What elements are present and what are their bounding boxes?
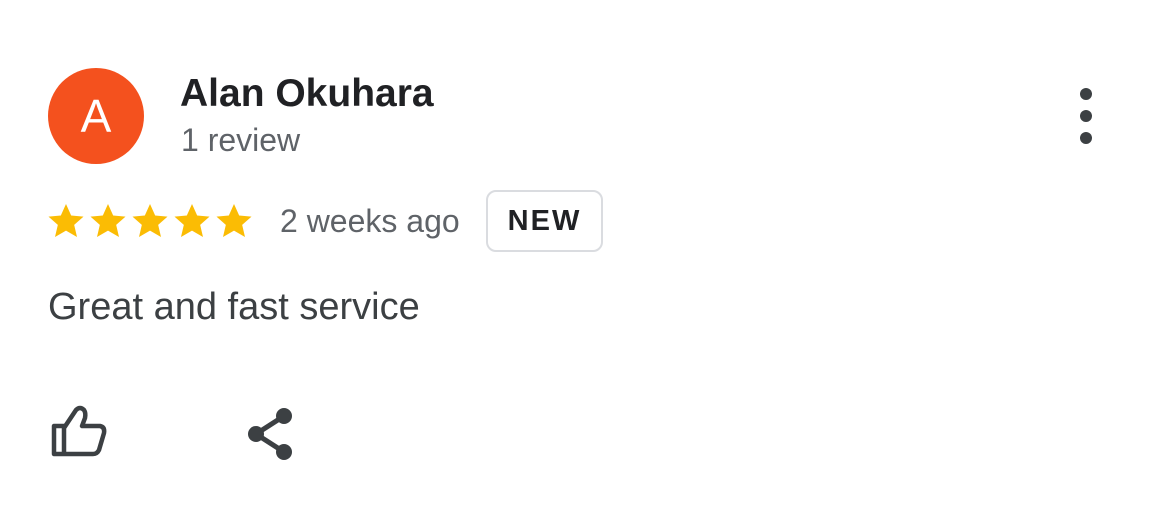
star-icon	[48, 204, 84, 237]
review-card: A Alan Okuhara 1 review 2 weeks ago NEW …	[0, 0, 1170, 519]
star-icon	[174, 204, 210, 237]
review-date: 2 weeks ago	[280, 202, 460, 239]
share-icon[interactable]	[244, 406, 296, 462]
review-text: Great and fast service	[48, 286, 420, 328]
star-rating	[46, 201, 256, 241]
review-count: 1 review	[181, 122, 301, 158]
reviewer-name[interactable]: Alan Okuhara	[180, 72, 434, 116]
star-icon	[132, 204, 168, 237]
avatar[interactable]: A	[48, 68, 144, 164]
avatar-letter: A	[80, 90, 112, 142]
thumb-up-icon[interactable]	[50, 404, 108, 458]
more-options-button[interactable]	[1066, 88, 1106, 144]
rating-row: 2 weeks ago NEW	[46, 188, 604, 254]
star-icon	[216, 204, 252, 237]
star-icon	[90, 204, 126, 237]
new-badge: NEW	[485, 190, 604, 252]
more-vertical-icon	[1080, 88, 1092, 144]
